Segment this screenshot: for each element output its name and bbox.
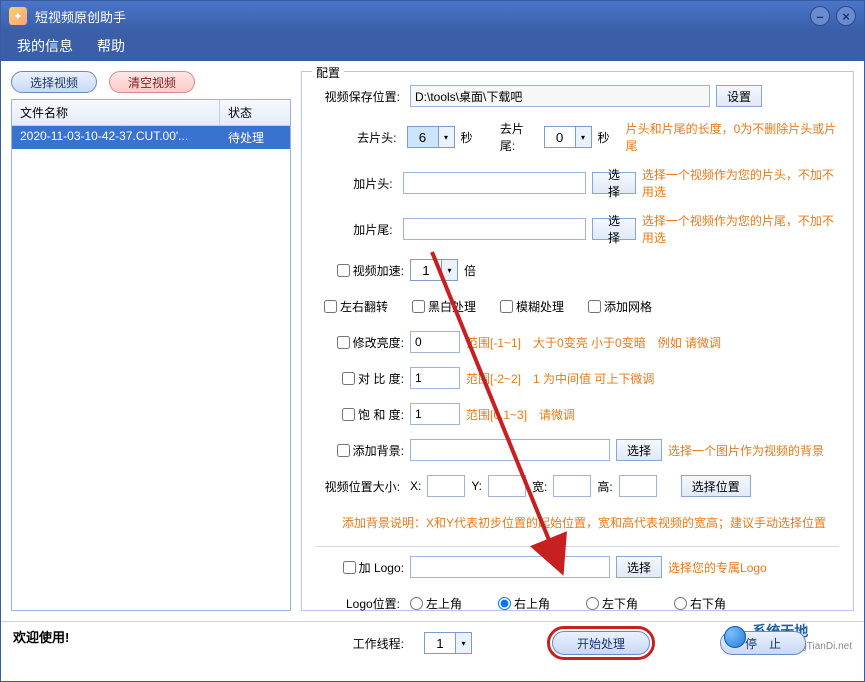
chevron-down-icon[interactable]: ▾ (441, 260, 457, 280)
logo-checkbox[interactable] (343, 561, 356, 574)
save-path-input[interactable] (410, 85, 710, 107)
add-tail-input[interactable] (403, 218, 586, 240)
chevron-down-icon[interactable]: ▾ (438, 127, 454, 147)
h-input[interactable] (619, 475, 657, 497)
flip-checkbox[interactable] (324, 300, 337, 313)
trim-head-spinner[interactable]: ▾ (407, 126, 455, 148)
chevron-down-icon[interactable]: ▾ (455, 633, 471, 653)
config-panel: 配置 视频保存位置: 设置 去片头: ▾ 秒 去片尾: ▾ 秒 (301, 71, 854, 611)
left-panel: 选择视频 清空视频 文件名称 状态 2020-11-03-10-42-37.CU… (11, 71, 291, 611)
bg-input[interactable] (410, 439, 610, 461)
add-head-input[interactable] (403, 172, 586, 194)
saturation-checkbox[interactable] (342, 408, 355, 421)
trim-tail-spinner[interactable]: ▾ (544, 126, 592, 148)
contrast-hint: 范围[-2~2] 1 为中间值 可上下微调 (466, 370, 654, 387)
logo-input[interactable] (410, 556, 610, 578)
speed-checkbox[interactable] (337, 264, 350, 277)
x-input[interactable] (427, 475, 465, 497)
choose-position-button[interactable]: 选择位置 (681, 475, 751, 497)
saturation-hint: 范围[0.1~3] 请微调 (466, 406, 575, 423)
file-list[interactable]: 文件名称 状态 2020-11-03-10-42-37.CUT.00'... 待… (11, 99, 291, 611)
config-legend: 配置 (312, 64, 344, 81)
saturation-input[interactable] (410, 403, 460, 425)
bw-checkbox[interactable] (412, 300, 425, 313)
close-button[interactable]: × (836, 6, 856, 26)
add-tail-label: 加片尾: (316, 221, 397, 238)
app-window: ✦ 短视频原创助手 – × 我的信息 帮助 选择视频 清空视频 文件名称 状态 … (0, 0, 865, 682)
choose-bg-button[interactable]: 选择 (616, 439, 662, 461)
col-status: 状态 (220, 100, 290, 125)
logo-tr-radio[interactable] (498, 597, 511, 610)
set-path-button[interactable]: 设置 (716, 85, 762, 107)
minimize-button[interactable]: – (810, 6, 830, 26)
pos-label: 视频位置大小: (316, 478, 404, 495)
logo-br-radio[interactable] (674, 597, 687, 610)
bg-checkbox[interactable] (337, 444, 350, 457)
separator (316, 546, 839, 547)
file-list-header: 文件名称 状态 (12, 100, 290, 126)
contrast-input[interactable] (410, 367, 460, 389)
cell-status: 待处理 (220, 126, 290, 149)
start-button[interactable]: 开始处理 (552, 631, 650, 655)
y-input[interactable] (488, 475, 526, 497)
contrast-checkbox[interactable] (342, 372, 355, 385)
brightness-checkbox[interactable] (337, 336, 350, 349)
logo-bl-radio[interactable] (586, 597, 599, 610)
menu-help[interactable]: 帮助 (97, 36, 125, 56)
menubar: 我的信息 帮助 (1, 31, 864, 61)
threads-label: 工作线程: (316, 635, 404, 652)
titlebar: ✦ 短视频原创助手 – × (1, 1, 864, 31)
add-head-label: 加片头: (316, 175, 397, 192)
welcome-text: 欢迎使用! (13, 627, 69, 646)
logo-position-group: 左上角 右上角 左下角 右下角 (410, 595, 726, 612)
threads-spinner[interactable]: ▾ (424, 632, 472, 654)
add-tail-hint: 选择一个视频作为您的片尾，不加不用选 (642, 212, 839, 246)
trim-hint: 片头和片尾的长度，0为不删除片头或片尾 (626, 120, 839, 154)
chevron-down-icon[interactable]: ▾ (575, 127, 591, 147)
clear-video-button[interactable]: 清空视频 (109, 71, 195, 93)
logo-tl-radio[interactable] (410, 597, 423, 610)
trim-head-label: 去片头: (316, 129, 401, 146)
blur-checkbox[interactable] (500, 300, 513, 313)
logo-hint: 选择您的专属Logo (668, 559, 767, 576)
choose-head-button[interactable]: 选择 (592, 172, 636, 194)
brightness-input[interactable] (410, 331, 460, 353)
window-title: 短视频原创助手 (35, 7, 810, 26)
cell-filename: 2020-11-03-10-42-37.CUT.00'... (12, 126, 220, 149)
col-filename: 文件名称 (12, 100, 220, 125)
app-icon: ✦ (9, 7, 27, 25)
trim-tail-label: 去片尾: (500, 120, 538, 154)
brightness-hint: 范围[-1~1] 大于0变亮 小于0变暗 例如 请微调 (466, 334, 721, 351)
bg-note: 添加背景说明：X和Y代表初步位置的起始位置，宽和高代表视频的宽高；建议手动选择位… (342, 514, 826, 531)
grid-checkbox[interactable] (588, 300, 601, 313)
save-path-label: 视频保存位置: (316, 88, 404, 105)
list-item[interactable]: 2020-11-03-10-42-37.CUT.00'... 待处理 (12, 126, 290, 149)
logo-pos-label: Logo位置: (316, 595, 404, 612)
add-head-hint: 选择一个视频作为您的片头，不加不用选 (642, 166, 839, 200)
w-input[interactable] (553, 475, 591, 497)
brand-logo-icon (724, 626, 746, 648)
menu-my-info[interactable]: 我的信息 (17, 36, 73, 56)
choose-logo-button[interactable]: 选择 (616, 556, 662, 578)
bg-hint: 选择一个图片作为视频的背景 (668, 442, 824, 459)
speed-spinner[interactable]: ▾ (410, 259, 458, 281)
choose-tail-button[interactable]: 选择 (592, 218, 636, 240)
select-video-button[interactable]: 选择视频 (11, 71, 97, 93)
